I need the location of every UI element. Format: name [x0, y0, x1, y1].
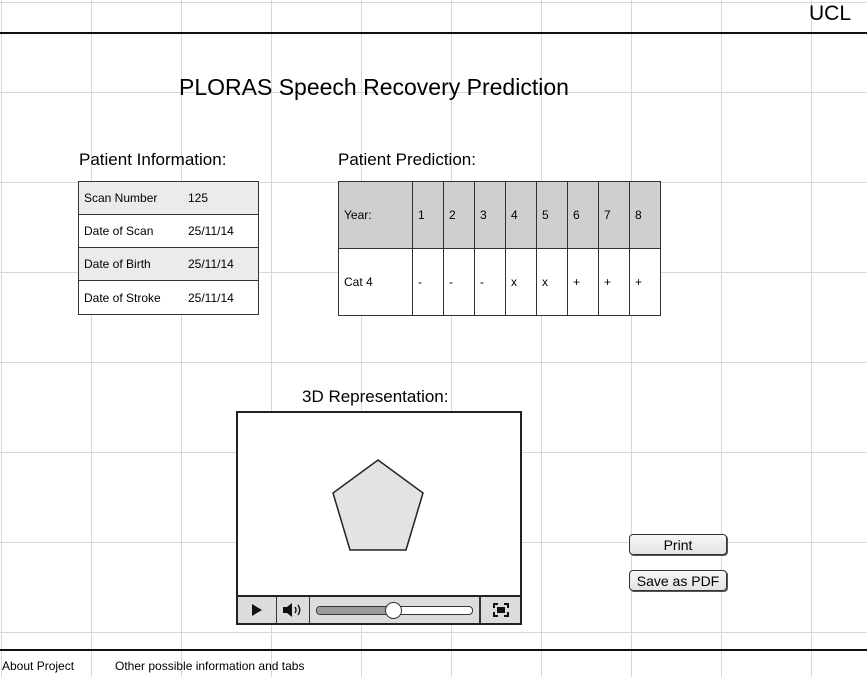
ucl-logo: UCL: [808, 2, 851, 25]
prediction-cell: +: [598, 248, 630, 316]
info-value: 125: [188, 191, 209, 205]
prediction-value-row: Cat 4 - - - x x + + +: [338, 248, 661, 316]
prediction-cell: x: [536, 248, 568, 316]
video-stage[interactable]: [238, 413, 520, 597]
about-project-link[interactable]: About Project: [2, 659, 74, 673]
fullscreen-button[interactable]: [480, 597, 520, 623]
info-row-date-of-birth: Date of Birth 25/11/14: [79, 248, 258, 281]
prediction-table: Year: 1 2 3 4 5 6 7 8 Cat 4 - - - x x + …: [338, 181, 661, 316]
seek-handle[interactable]: [384, 602, 402, 619]
info-value: 25/11/14: [188, 257, 234, 271]
category-label: Cat 4: [338, 248, 413, 316]
year-cell: 2: [443, 181, 475, 249]
video-player[interactable]: [236, 411, 522, 625]
info-label: Date of Stroke: [84, 290, 161, 305]
year-cell: 1: [412, 181, 444, 249]
seek-track[interactable]: [316, 602, 473, 619]
year-cell: 3: [474, 181, 506, 249]
footer-divider: [0, 649, 867, 651]
year-cell: 6: [567, 181, 599, 249]
play-icon: [252, 604, 262, 616]
info-value: 25/11/14: [188, 224, 234, 238]
video-controls: [238, 595, 520, 623]
patient-info-table: Scan Number 125 Date of Scan 25/11/14 Da…: [78, 181, 259, 315]
prediction-heading: Patient Prediction:: [338, 150, 476, 169]
prediction-cell: -: [474, 248, 506, 316]
volume-icon: [283, 603, 301, 617]
prediction-cell: x: [505, 248, 537, 316]
info-label: Date of Birth: [84, 257, 151, 271]
fullscreen-icon: [492, 603, 509, 617]
info-label: Date of Scan: [84, 224, 154, 238]
info-value: 25/11/14: [188, 290, 234, 305]
header-divider: [0, 32, 867, 34]
seek-bar[interactable]: [310, 597, 480, 623]
year-cell: 5: [536, 181, 568, 249]
year-cell: 8: [629, 181, 661, 249]
patient-info-heading: Patient Information:: [79, 150, 227, 169]
page-title: PLORAS Speech Recovery Prediction: [179, 74, 569, 100]
year-label: Year:: [338, 181, 413, 249]
prediction-cell: +: [567, 248, 599, 316]
volume-button[interactable]: [277, 597, 310, 623]
save-pdf-button[interactable]: Save as PDF: [629, 570, 727, 591]
year-cell: 4: [505, 181, 537, 249]
prediction-cell: -: [443, 248, 475, 316]
info-row-date-of-scan: Date of Scan 25/11/14: [79, 215, 258, 248]
pentagon-model: [332, 459, 424, 551]
representation-heading: 3D Representation:: [302, 387, 449, 406]
other-info-tab[interactable]: Other possible information and tabs: [115, 659, 304, 673]
play-button[interactable]: [238, 597, 277, 623]
print-button[interactable]: Print: [629, 534, 727, 555]
info-row-date-of-stroke: Date of Stroke 25/11/14: [79, 281, 258, 314]
info-label: Scan Number: [84, 191, 158, 205]
prediction-cell: +: [629, 248, 661, 316]
prediction-cell: -: [412, 248, 444, 316]
year-cell: 7: [598, 181, 630, 249]
info-row-scan-number: Scan Number 125: [79, 182, 258, 215]
prediction-header-row: Year: 1 2 3 4 5 6 7 8: [338, 181, 661, 249]
seek-progress: [317, 606, 393, 614]
